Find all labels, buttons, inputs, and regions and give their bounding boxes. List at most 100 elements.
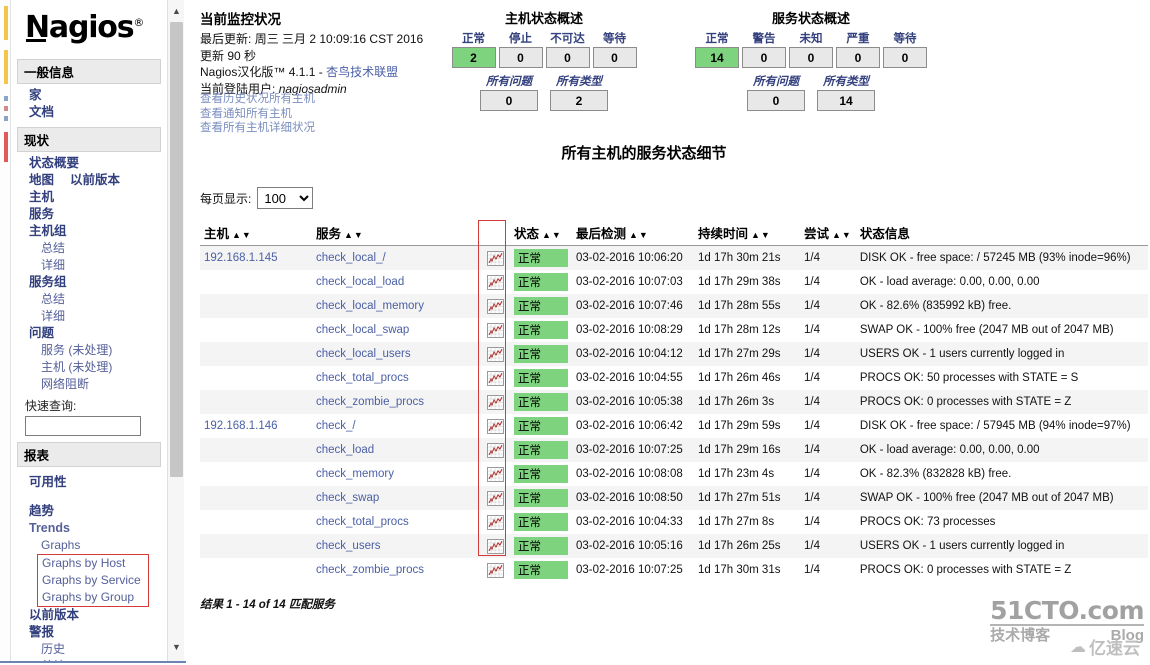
sidebar-item-graphs[interactable]: Graphs: [11, 537, 167, 554]
sidebar-item-hostgroup-summary[interactable]: 总结: [11, 240, 167, 257]
cell-graph[interactable]: [480, 534, 510, 558]
cell-graph[interactable]: [480, 270, 510, 294]
service-header-critical[interactable]: 严重: [836, 30, 880, 46]
sidebar-item-servicegroups[interactable]: 服务组: [11, 274, 167, 291]
link-host-detail[interactable]: 查看所有主机详细状况: [200, 121, 315, 136]
host-problems-count[interactable]: 0: [480, 90, 538, 111]
host-count-pending[interactable]: 0: [592, 47, 637, 68]
column-header-host[interactable]: 主机 ▲▼: [200, 221, 312, 246]
per-page-select[interactable]: 100: [257, 187, 314, 209]
service-link[interactable]: check_zombie_procs: [316, 564, 424, 576]
sidebar-item-problem-hosts[interactable]: 主机 (未处理): [11, 359, 167, 376]
service-count-pending[interactable]: 0: [883, 47, 927, 68]
service-link[interactable]: check_local_/: [316, 252, 386, 264]
sidebar-item-problem-services[interactable]: 服务 (未处理): [11, 342, 167, 359]
sort-arrows-state[interactable]: ▲▼: [542, 230, 562, 240]
cell-graph[interactable]: [480, 438, 510, 462]
trend-graph-icon[interactable]: [486, 562, 504, 578]
service-count-unknown[interactable]: 0: [789, 47, 833, 68]
sort-arrows-duration[interactable]: ▲▼: [751, 230, 771, 240]
cell-graph[interactable]: [480, 342, 510, 366]
cell-graph[interactable]: [480, 510, 510, 534]
trend-graph-icon[interactable]: [486, 250, 504, 266]
cell-graph[interactable]: [480, 558, 510, 582]
service-subheader-types[interactable]: 所有类型: [817, 73, 875, 89]
trend-graph-icon[interactable]: [486, 490, 504, 506]
sort-arrows-attempt[interactable]: ▲▼: [832, 230, 852, 240]
service-link[interactable]: check_total_procs: [316, 372, 409, 384]
service-link[interactable]: check_local_swap: [316, 324, 409, 336]
cell-graph[interactable]: [480, 366, 510, 390]
trend-graph-icon[interactable]: [486, 418, 504, 434]
service-count-critical[interactable]: 0: [836, 47, 880, 68]
host-header-ok[interactable]: 正常: [452, 30, 496, 46]
host-header-down[interactable]: 停止: [499, 30, 543, 46]
column-header-duration[interactable]: 持续时间 ▲▼: [694, 221, 800, 246]
service-header-warning[interactable]: 警告: [742, 30, 786, 46]
sidebar-item-services[interactable]: 服务: [11, 206, 167, 223]
sort-arrows-host[interactable]: ▲▼: [232, 230, 252, 240]
sidebar-item-graphs-by-host[interactable]: Graphs by Host: [38, 555, 148, 572]
service-link[interactable]: check_/: [316, 420, 356, 432]
scrollbar-thumb[interactable]: [170, 22, 183, 477]
cell-graph[interactable]: [480, 318, 510, 342]
quick-search-input[interactable]: [25, 416, 141, 436]
host-count-unreachable[interactable]: 0: [545, 47, 590, 68]
sort-arrows-last-check[interactable]: ▲▼: [629, 230, 649, 240]
service-link[interactable]: check_local_users: [316, 348, 411, 360]
sidebar-item-problems[interactable]: 问题: [11, 325, 167, 342]
service-problems-count[interactable]: 0: [747, 90, 805, 111]
cell-graph[interactable]: [480, 245, 510, 270]
sidebar-item-docs[interactable]: 文档: [11, 104, 167, 121]
sidebar-item-servicegroup-detail[interactable]: 详细: [11, 308, 167, 325]
cell-graph[interactable]: [480, 390, 510, 414]
service-header-ok[interactable]: 正常: [695, 30, 739, 46]
sidebar-item-home[interactable]: 家: [11, 87, 167, 104]
sidebar-item-legacy-version[interactable]: 以前版本: [11, 607, 167, 624]
sidebar-item-hostgroup-detail[interactable]: 详细: [11, 257, 167, 274]
service-link[interactable]: check_users: [316, 540, 381, 552]
trend-graph-icon[interactable]: [486, 370, 504, 386]
version-link[interactable]: 杏鸟技术联盟: [326, 65, 398, 79]
nagios-logo[interactable]: Nagios®: [25, 10, 144, 45]
service-count-ok[interactable]: 14: [695, 47, 739, 68]
host-header-unreachable[interactable]: 不可达: [546, 30, 590, 46]
column-header-attempt[interactable]: 尝试 ▲▼: [800, 221, 856, 246]
service-header-pending[interactable]: 等待: [883, 30, 927, 46]
trend-graph-icon[interactable]: [486, 466, 504, 482]
service-link[interactable]: check_local_memory: [316, 300, 424, 312]
service-count-warning[interactable]: 0: [742, 47, 786, 68]
host-subheader-problems[interactable]: 所有问题: [480, 73, 538, 89]
sidebar-item-trends-en[interactable]: Trends: [11, 520, 167, 537]
sidebar-scrollbar[interactable]: ▲ ▼: [167, 0, 184, 665]
service-link[interactable]: check_local_load: [316, 276, 404, 288]
sidebar-item-status-overview[interactable]: 状态概要: [11, 155, 167, 172]
link-host-notifications[interactable]: 查看通知所有主机: [200, 107, 315, 122]
cell-graph[interactable]: [480, 486, 510, 510]
sidebar-item-alerts[interactable]: 警报: [11, 624, 167, 641]
service-link[interactable]: check_memory: [316, 468, 394, 480]
sidebar-item-network-outages[interactable]: 网络阻断: [11, 376, 167, 393]
sidebar-item-servicegroup-summary[interactable]: 总结: [11, 291, 167, 308]
host-link[interactable]: 192.168.1.145: [204, 252, 278, 264]
sidebar-item-graphs-by-group[interactable]: Graphs by Group: [38, 589, 148, 606]
host-count-ok[interactable]: 2: [451, 47, 496, 68]
trend-graph-icon[interactable]: [486, 514, 504, 530]
sidebar-item-trends-cn[interactable]: 趋势: [11, 503, 167, 520]
trend-graph-icon[interactable]: [486, 322, 504, 338]
host-count-down[interactable]: 0: [498, 47, 543, 68]
sidebar-item-map-legacy[interactable]: 以前版本: [70, 172, 120, 189]
trend-graph-icon[interactable]: [486, 346, 504, 362]
column-header-state[interactable]: 状态 ▲▼: [510, 221, 572, 246]
sidebar-item-graphs-by-service[interactable]: Graphs by Service: [38, 572, 148, 589]
cell-graph[interactable]: [480, 294, 510, 318]
column-header-last-check[interactable]: 最后检测 ▲▼: [572, 221, 694, 246]
trend-graph-icon[interactable]: [486, 274, 504, 290]
host-subheader-types[interactable]: 所有类型: [550, 73, 608, 89]
sort-arrows-service[interactable]: ▲▼: [344, 230, 364, 240]
sidebar-item-availability[interactable]: 可用性: [11, 470, 167, 491]
host-link[interactable]: 192.168.1.146: [204, 420, 278, 432]
column-header-service[interactable]: 服务 ▲▼: [312, 221, 480, 246]
sidebar-item-hosts[interactable]: 主机: [11, 189, 167, 206]
service-link[interactable]: check_swap: [316, 492, 379, 504]
